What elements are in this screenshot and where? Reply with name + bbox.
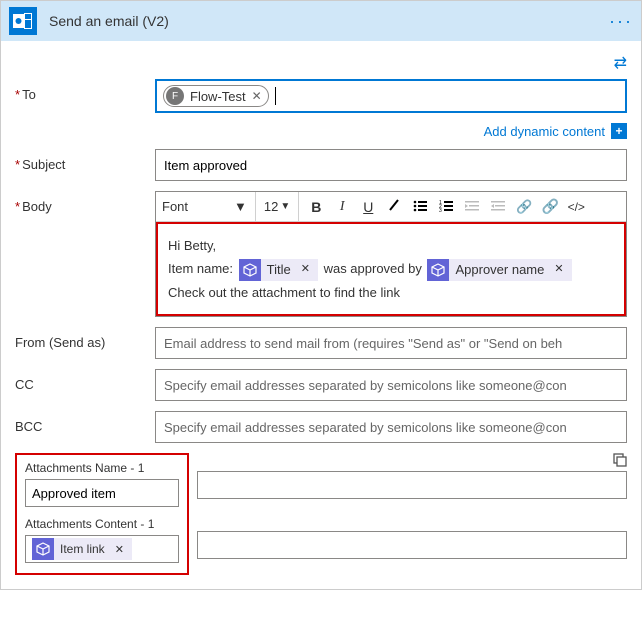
add-dynamic-content-button[interactable]: + xyxy=(611,123,627,139)
field-row-bcc: BCC xyxy=(15,411,627,443)
svg-text:3: 3 xyxy=(439,208,442,212)
to-input[interactable]: F Flow-Test ✕ xyxy=(155,79,627,113)
code-view-button[interactable]: </> xyxy=(567,200,585,214)
field-row-subject: *Subject xyxy=(15,149,627,181)
field-row-to: *To F Flow-Test ✕ xyxy=(15,79,627,113)
token-icon xyxy=(427,259,449,281)
cc-label: CC xyxy=(15,369,155,392)
link-button[interactable]: 🔗 xyxy=(515,199,533,215)
bcc-input[interactable] xyxy=(155,411,627,443)
outdent-button[interactable] xyxy=(463,199,481,215)
attachment-name-input-ext[interactable] xyxy=(197,471,627,499)
subject-label: *Subject xyxy=(15,149,155,172)
italic-button[interactable]: I xyxy=(333,199,351,215)
attachments-highlight: Attachments Name - 1 Attachments Content… xyxy=(15,453,189,575)
recipient-chip[interactable]: F Flow-Test ✕ xyxy=(163,85,269,107)
attachment-content-input[interactable]: Item link ✕ xyxy=(25,535,179,563)
token-icon xyxy=(239,259,261,281)
cc-input[interactable] xyxy=(155,369,627,401)
avatar: F xyxy=(166,87,184,105)
remove-recipient-icon[interactable]: ✕ xyxy=(252,89,262,103)
underline-button[interactable]: U xyxy=(359,199,377,215)
to-label: *To xyxy=(15,79,155,102)
from-label: From (Send as) xyxy=(15,327,155,350)
remove-token-icon[interactable]: ✕ xyxy=(111,543,128,556)
remove-token-icon[interactable]: ✕ xyxy=(297,260,314,280)
color-button[interactable] xyxy=(385,198,403,215)
bcc-label: BCC xyxy=(15,411,155,434)
attachment-name-label: Attachments Name - 1 xyxy=(25,461,179,475)
card-header: Send an email (V2) ··· xyxy=(1,1,641,41)
swap-icon[interactable]: ⇄ xyxy=(614,55,627,72)
body-line: Item name: Title ✕ was approved by xyxy=(168,257,614,281)
chevron-down-icon: ▼ xyxy=(234,199,247,214)
indent-button[interactable] xyxy=(489,199,507,215)
editor-toolbar: Font▼ 12▼ B I U xyxy=(156,192,626,222)
text-caret xyxy=(275,87,276,105)
chevron-down-icon: ▼ xyxy=(280,201,290,212)
action-card: Send an email (V2) ··· ⇄ *To F Flow-Test… xyxy=(0,0,642,590)
font-size-picker[interactable]: 12▼ xyxy=(264,192,299,221)
subject-input[interactable] xyxy=(155,149,627,181)
body-line: Hi Betty, xyxy=(168,234,614,257)
card-body: ⇄ *To F Flow-Test ✕ Add dynamic content … xyxy=(1,41,641,589)
numbered-list-button[interactable]: 123 xyxy=(437,199,455,215)
attachment-name-input[interactable] xyxy=(25,479,179,507)
token-icon xyxy=(32,538,54,560)
recipient-name: Flow-Test xyxy=(190,89,246,104)
card-title: Send an email (V2) xyxy=(49,13,169,29)
unlink-button[interactable]: 🔗 xyxy=(541,198,559,215)
dynamic-content-row: Add dynamic content + xyxy=(15,123,627,139)
bullet-list-button[interactable] xyxy=(411,199,429,215)
field-row-body: *Body Font▼ 12▼ B I U xyxy=(15,191,627,317)
add-dynamic-content-link[interactable]: Add dynamic content xyxy=(484,124,605,139)
attachments-row: Attachments Name - 1 Attachments Content… xyxy=(15,453,627,575)
bold-button[interactable]: B xyxy=(307,199,325,215)
body-line: Check out the attachment to find the lin… xyxy=(168,281,614,304)
body-editor: Font▼ 12▼ B I U xyxy=(155,191,627,317)
outlook-icon xyxy=(9,7,37,35)
field-row-from: From (Send as) xyxy=(15,327,627,359)
attachment-content-label: Attachments Content - 1 xyxy=(25,517,179,531)
body-content[interactable]: Hi Betty, Item name: Title ✕ was approve… xyxy=(156,222,626,316)
attachment-content-input-ext[interactable] xyxy=(197,531,627,559)
remove-token-icon[interactable]: ✕ xyxy=(550,260,567,280)
font-picker[interactable]: Font▼ xyxy=(162,192,256,221)
body-label: *Body xyxy=(15,191,155,214)
switch-mode-icon[interactable] xyxy=(613,454,627,470)
dynamic-token-itemlink[interactable]: Item link ✕ xyxy=(32,538,132,560)
from-input[interactable] xyxy=(155,327,627,359)
dynamic-token-approver[interactable]: Approver name ✕ xyxy=(427,259,571,281)
dynamic-token-title[interactable]: Title ✕ xyxy=(239,259,318,281)
field-row-cc: CC xyxy=(15,369,627,401)
more-menu-button[interactable]: ··· xyxy=(609,11,633,32)
